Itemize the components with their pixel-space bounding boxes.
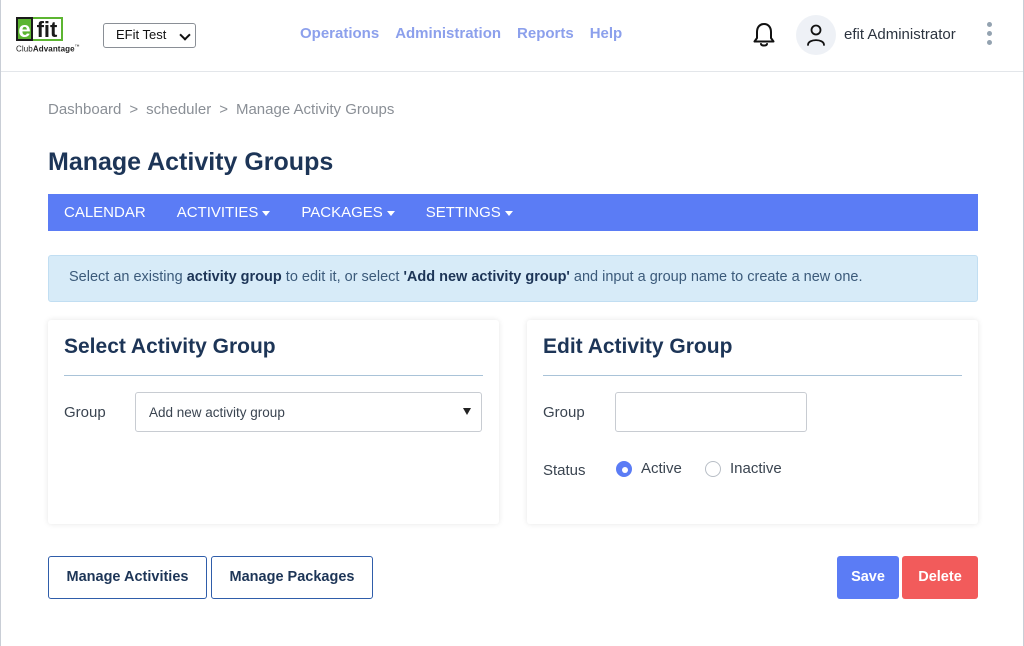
scheduler-subnav: CALENDAR ACTIVITIES PACKAGES SETTINGS: [48, 194, 978, 231]
radio-checked: [616, 460, 632, 477]
chevron-down-icon: [179, 29, 191, 41]
select-activity-group-card: Select Activity Group Group Add new acti…: [48, 320, 499, 524]
nav-help[interactable]: Help: [590, 25, 623, 42]
logo-mark: e fit: [16, 17, 63, 41]
site-select[interactable]: EFit Test: [103, 23, 196, 48]
logo-fit: fit: [33, 17, 63, 41]
edit-activity-group-card: Edit Activity Group Group Status Active …: [527, 320, 978, 524]
subnav-packages[interactable]: PACKAGES: [301, 204, 395, 221]
user-icon: [807, 24, 825, 46]
group-label: Group: [64, 404, 106, 421]
group-name-label: Group: [543, 404, 585, 421]
info-alert: Select an existing activity group to edi…: [48, 255, 978, 302]
breadcrumb-separator: >: [219, 101, 228, 118]
nav-reports[interactable]: Reports: [517, 25, 574, 42]
card-title: Edit Activity Group: [543, 335, 733, 358]
caret-down-icon: [386, 210, 395, 216]
user-avatar[interactable]: [796, 15, 836, 55]
group-name-input[interactable]: [615, 392, 807, 432]
radio-unchecked: [705, 460, 721, 477]
page-title: Manage Activity Groups: [48, 148, 334, 176]
breadcrumb-separator: >: [129, 101, 139, 118]
caret-down-icon: [463, 408, 471, 415]
logo-e: e: [16, 17, 33, 41]
breadcrumb-dashboard[interactable]: Dashboard: [48, 101, 121, 118]
divider: [543, 375, 962, 376]
subnav-calendar[interactable]: CALENDAR: [64, 204, 146, 221]
user-name[interactable]: efit Administrator: [844, 26, 956, 43]
nav-operations[interactable]: Operations: [300, 25, 379, 42]
bell-icon[interactable]: [752, 22, 776, 48]
status-label: Status: [543, 462, 586, 479]
nav-administration[interactable]: Administration: [395, 25, 501, 42]
status-active-radio[interactable]: Active: [616, 460, 682, 477]
delete-button[interactable]: Delete: [902, 556, 978, 599]
status-inactive-radio[interactable]: Inactive: [705, 460, 782, 477]
caret-down-icon: [262, 210, 271, 216]
card-title: Select Activity Group: [64, 335, 276, 358]
top-nav: Operations Administration Reports Help: [300, 25, 622, 42]
caret-down-icon: [504, 210, 513, 216]
manage-activities-button[interactable]: Manage Activities: [48, 556, 207, 599]
efit-logo[interactable]: e fit ClubAdvantage™: [16, 17, 88, 57]
group-select-value: Add new activity group: [149, 405, 285, 420]
site-select-value: EFit Test: [116, 27, 167, 42]
divider: [64, 375, 483, 376]
group-select[interactable]: Add new activity group: [135, 392, 482, 432]
logo-wordmark: ClubAdvantage™: [16, 44, 80, 54]
breadcrumb: Dashboard > scheduler > Manage Activity Grou…: [48, 101, 394, 118]
save-button[interactable]: Save: [837, 556, 899, 599]
subnav-settings[interactable]: SETTINGS: [426, 204, 513, 221]
top-bar: e fit ClubAdvantage™ EFit Test Operation…: [1, 0, 1023, 72]
breadcrumb-current: Manage Activity Groups: [235, 101, 395, 118]
more-vertical-icon[interactable]: [985, 22, 993, 48]
subnav-activities[interactable]: ACTIVITIES: [177, 204, 271, 221]
manage-packages-button[interactable]: Manage Packages: [211, 556, 373, 599]
breadcrumb-scheduler[interactable]: scheduler: [146, 101, 211, 118]
